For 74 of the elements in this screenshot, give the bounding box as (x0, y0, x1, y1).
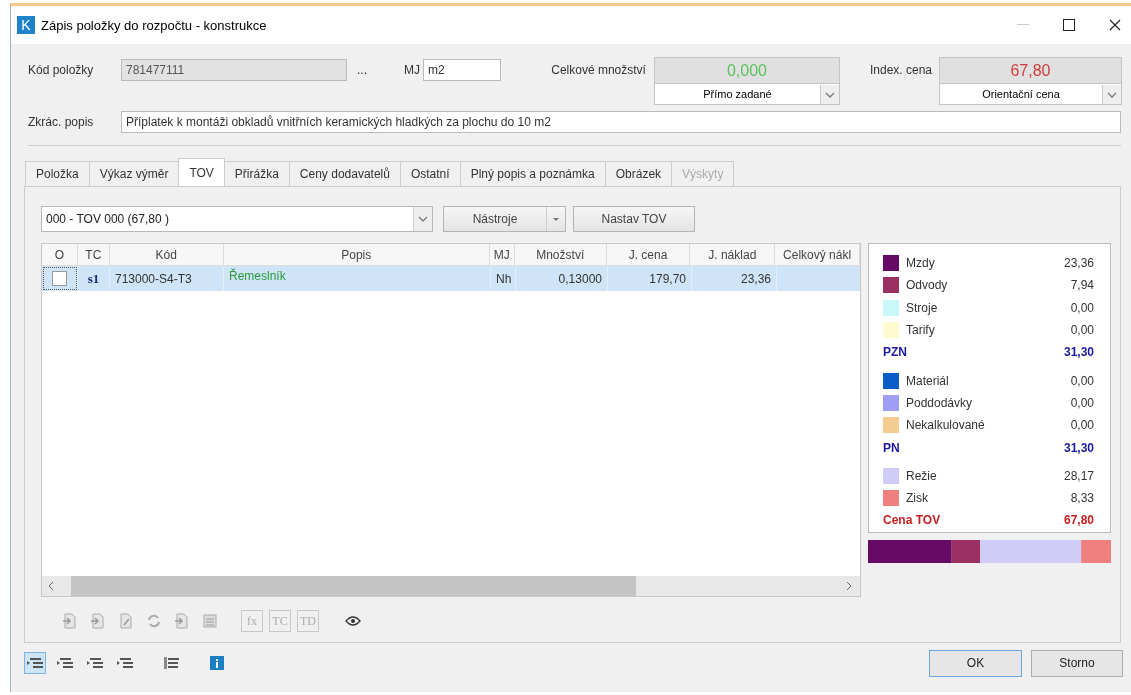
legend-value: 0,00 (1070, 300, 1094, 315)
field-label: Index. cena (869, 62, 932, 79)
browse-button[interactable]: ... (357, 57, 397, 83)
legend-label: Odvody (906, 278, 948, 293)
scroll-right-icon[interactable] (844, 581, 854, 591)
column-header[interactable]: Množství (514, 244, 607, 266)
legend-value: 0,00 (1070, 395, 1094, 410)
legend-value: 0,00 (1070, 418, 1094, 433)
column-header[interactable]: Popis (223, 244, 490, 266)
maximize-icon[interactable] (1063, 19, 1075, 31)
total-value: 67,80 (1063, 513, 1094, 528)
variant-dropdown[interactable]: 000 - TOV 000 (67,80 ) (41, 206, 433, 232)
legend-label: Poddodávky (906, 395, 973, 410)
code-field[interactable]: 781477111 (121, 59, 347, 81)
column-header[interactable]: J. náklad (690, 244, 776, 266)
ok-button[interactable]: OK (929, 649, 1022, 677)
column-header[interactable]: MJ (489, 244, 515, 266)
table-cell: Nh (491, 266, 516, 291)
legend-value: 28,17 (1063, 468, 1094, 483)
cancel-button[interactable]: Storno (1031, 649, 1123, 677)
column-header[interactable]: O (42, 244, 78, 266)
field-label: Celkové množství (551, 62, 646, 79)
table-cell: 179,70 (608, 266, 692, 291)
quantity-value: 0,000 (653, 57, 840, 84)
column-header[interactable]: Celkový nákl (775, 244, 860, 266)
legend-value: 23,36 (1063, 256, 1094, 271)
eye-icon[interactable] (345, 615, 361, 627)
total-label: Cena TOV (883, 513, 941, 528)
subtotal-label: PZN (883, 345, 907, 360)
legend-label: Tarify (906, 323, 935, 338)
price-type-dropdown[interactable]: Orientační cena (939, 84, 1122, 105)
legend-label: Nekalkulované (906, 418, 985, 433)
description-field[interactable]: Příplatek k montáži obkladů vnitřních keramických hladkých za plochu do 10 m2 (121, 111, 1121, 133)
table-cell: 23,36 (692, 266, 777, 291)
table-cell: s1 (78, 266, 110, 291)
table-cell: Řemeslník (224, 266, 491, 291)
page-arrow-icon[interactable] (175, 613, 189, 629)
unit-field[interactable]: m2 (423, 59, 501, 81)
quantity-source-dropdown[interactable]: Přímo zadané (653, 84, 840, 105)
close-icon[interactable] (1109, 19, 1121, 31)
field-label: MJ (404, 62, 420, 79)
legend-label: Zisk (906, 491, 928, 506)
legend-label: Materiál (906, 373, 949, 388)
subtotal-value: 31,30 (1063, 440, 1094, 455)
legend-label: Mzdy (906, 256, 935, 271)
legend-value: 7,94 (1070, 278, 1094, 293)
page-arrow-icon[interactable] (63, 613, 77, 629)
table-cell: 713000-S4-T3 (110, 266, 224, 291)
legend-value: 0,00 (1070, 323, 1094, 338)
field-label: Kód položky (28, 62, 95, 79)
set-tov-button[interactable]: Nastav TOV (573, 206, 695, 232)
info-icon[interactable] (210, 656, 224, 670)
column-header[interactable]: J. cena (606, 244, 691, 266)
legend-label: Stroje (906, 300, 938, 315)
legend-value: 0,00 (1070, 373, 1094, 388)
subtotal-value: 31,30 (1063, 345, 1094, 360)
tab[interactable]: TOV (178, 158, 225, 186)
price-value: 67,80 (939, 57, 1122, 84)
column-header[interactable]: TC (77, 244, 110, 266)
window-title: Zápis položky do rozpočtu - konstrukce (41, 17, 268, 33)
app-logo: K (17, 16, 35, 34)
tab[interactable]: Položka (25, 161, 90, 186)
tools-button[interactable]: Nástroje (443, 206, 566, 232)
field-label: Zkrác. popis (28, 114, 95, 131)
table-cell: 0,13000 (516, 266, 608, 291)
column-header[interactable]: Kód (109, 244, 224, 266)
scroll-left-icon[interactable] (46, 581, 56, 591)
legend-value: 8,33 (1070, 491, 1094, 506)
horizontal-scrollbar[interactable] (42, 576, 860, 596)
table-row[interactable]: s1 713000-S4-T3 Řemeslník Nh 0,13000 179,70 23,36 (42, 266, 860, 291)
legend-label: Režie (906, 468, 937, 483)
checkbox[interactable] (52, 271, 67, 286)
subtotal-label: PN (883, 440, 900, 455)
page-arrow-icon[interactable] (91, 613, 105, 629)
